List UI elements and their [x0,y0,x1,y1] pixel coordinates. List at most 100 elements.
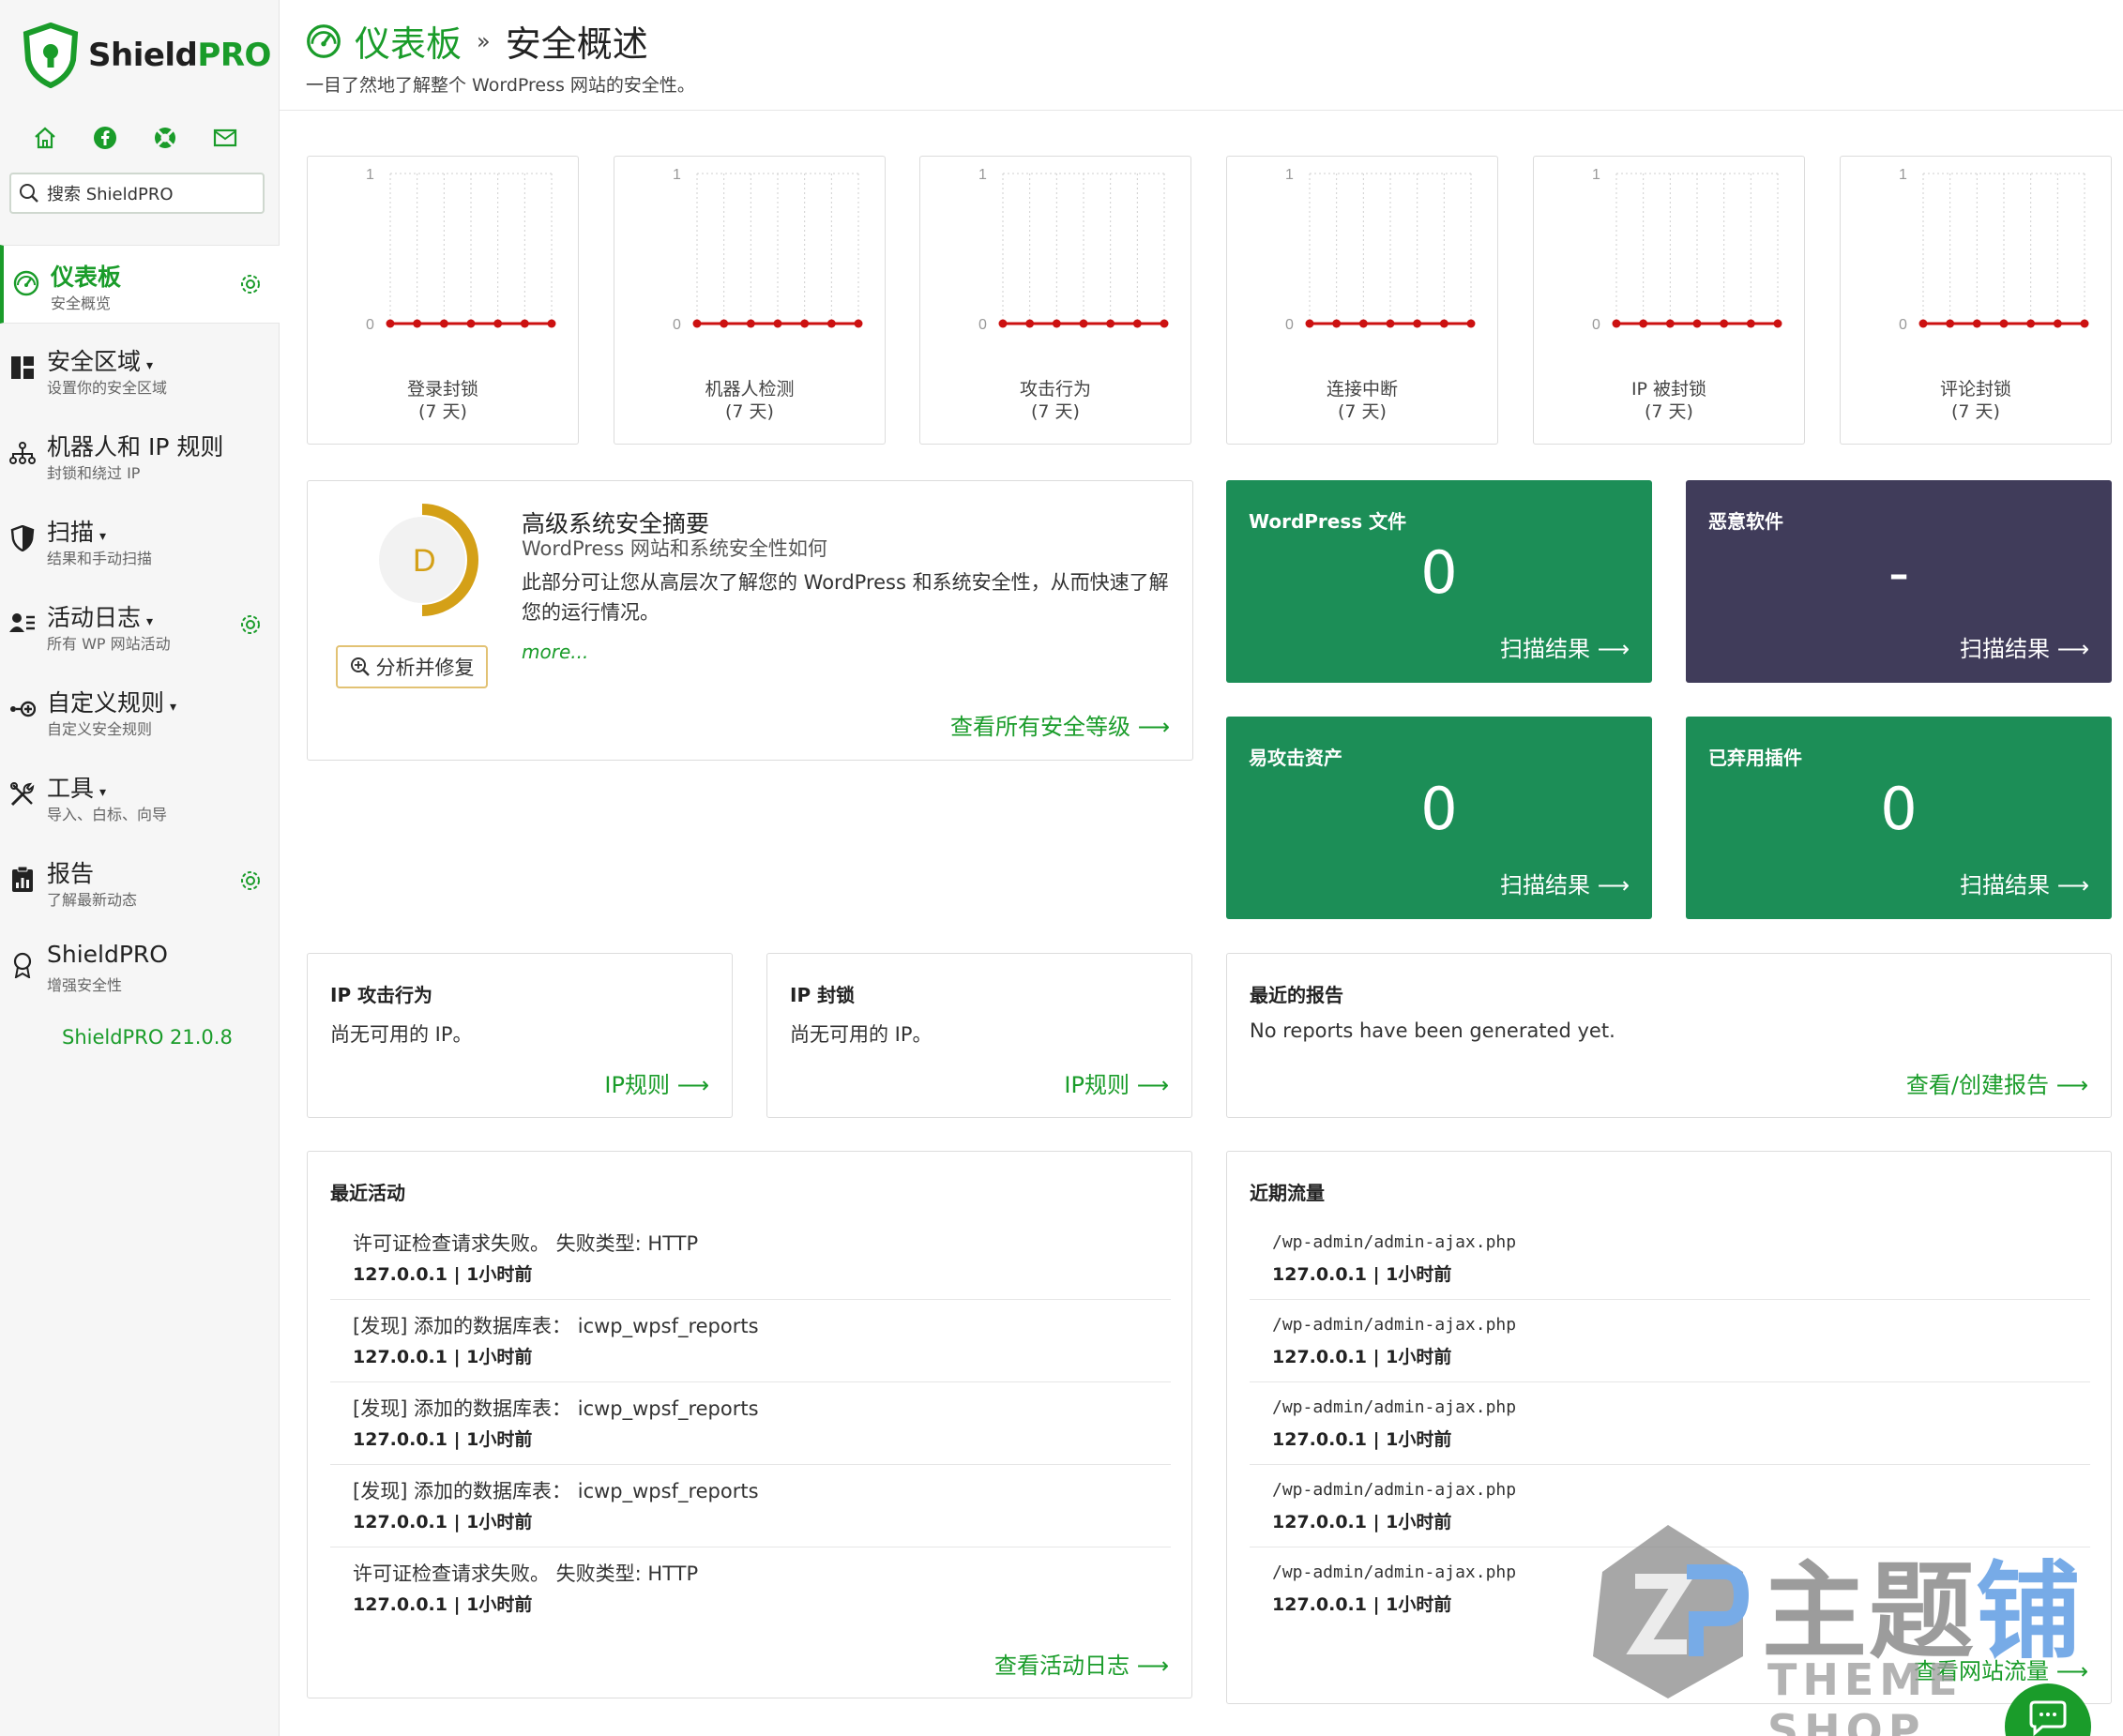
activity-row: [发现] 添加的数据库表： icwp_wpsf_reports 127.0.0.1… [330,1300,1171,1382]
support-icon[interactable] [152,125,178,151]
row-text: [发现] 添加的数据库表： icwp_wpsf_reports [353,1480,759,1502]
sidebar-item-sublabel: 所有 WP 网站活动 [47,635,171,653]
scan-results-link[interactable]: 扫描结果 ⟶ [1500,630,1630,663]
gear-icon[interactable] [238,612,263,637]
sidebar-item-activity-log[interactable]: 活动日志 ▾ 所有 WP 网站活动 [0,586,280,665]
row-text: 许可证检查请求失败。 失败类型: HTTP [353,1562,699,1585]
view-create-report-link[interactable]: 查看/创建报告 ⟶ [1906,1066,2088,1099]
ip-blocks-card: IP 封锁 尚无可用的 IP。 IP规则 ⟶ [766,953,1192,1118]
y-tick-label: 0 [1592,317,1600,333]
ip-rules-link[interactable]: IP规则 ⟶ [1064,1066,1169,1099]
sidebar-item-sublabel: 增强安全性 [47,976,123,994]
home-icon[interactable] [32,125,58,151]
breadcrumb-home[interactable]: 仪表板 [355,15,462,67]
recent-activity-card: 最近活动 许可证检查请求失败。 失败类型: HTTP 127.0.0.1 | 1小… [307,1151,1192,1698]
stat-period: (7 天) [1031,401,1080,422]
ip-rules-link[interactable]: IP规则 ⟶ [604,1066,709,1099]
logo[interactable]: ShieldPRO [23,23,271,88]
shield-logo-icon [23,23,79,88]
sidebar-search[interactable]: 搜索 ShieldPRO [9,173,265,214]
tile-abandoned-plugins[interactable]: 已弃用插件 0 扫描结果 ⟶ [1686,717,2112,919]
data-point [1639,319,1648,328]
row-meta: 127.0.0.1 | 1小时前 [1272,1347,1452,1367]
more-link[interactable]: more... [522,641,588,663]
data-point [386,319,395,328]
tile-value: - [1888,538,1910,607]
sidebar-item-label: 仪表板 [51,264,122,291]
tile-wordpress-files[interactable]: WordPress 文件 0 扫描结果 ⟶ [1226,480,1652,683]
sidebar-item-custom-rules[interactable]: 自定义规则 ▾ 自定义安全规则 [0,672,280,750]
data-point [439,319,448,328]
sidebar-item-label: 机器人和 IP 规则 [47,433,224,460]
data-point [1439,319,1448,328]
sidebar-item-shieldpro[interactable]: ShieldPRO 增强安全性 [0,928,280,1006]
card-title: 最近活动 [330,1182,405,1204]
view-all-grades-link[interactable]: 查看所有安全等级 ⟶ [950,708,1170,741]
view-activity-log-link[interactable]: 查看活动日志 ⟶ [994,1647,1169,1680]
data-point [413,319,422,328]
stat-label: 登录封锁 (7 天) [308,378,578,423]
sidebar-item-bots-ip[interactable]: 机器人和 IP 规则 封锁和绕过 IP [0,415,280,494]
data-point [1466,319,1476,328]
data-point [1106,319,1115,328]
stat-card: 0 1 登录封锁 (7 天) [307,156,579,445]
row-text: /wp-admin/admin-ajax.php [1272,1397,1517,1417]
data-point [466,319,476,328]
row-meta: 127.0.0.1 | 1小时前 [353,1512,533,1532]
analyze-fix-label: 分析并修复 [375,657,475,679]
tile-malware[interactable]: 恶意软件 - 扫描结果 ⟶ [1686,480,2112,683]
analyze-fix-button[interactable]: 分析并修复 [336,645,488,688]
y-tick-label: 1 [1592,167,1600,183]
data-point [692,319,702,328]
data-point [1746,319,1755,328]
stat-card: 0 1 IP 被封锁 (7 天) [1533,156,1805,445]
row-text: /wp-admin/admin-ajax.php [1272,1232,1517,1252]
rules-icon [9,696,36,722]
scan-results-link[interactable]: 扫描结果 ⟶ [1500,867,1630,899]
mail-icon[interactable] [212,125,238,151]
row-text: [发现] 添加的数据库表： icwp_wpsf_reports [353,1397,759,1420]
row-meta: 127.0.0.1 | 1小时前 [1272,1264,1452,1285]
sidebar-item-sublabel: 自定义安全规则 [47,720,153,738]
gear-icon[interactable] [238,868,263,893]
tile-title: 恶意软件 [1708,510,1783,533]
data-point [1079,319,1088,328]
row-meta: 127.0.0.1 | 1小时前 [1272,1512,1452,1532]
sidebar-item-scans[interactable]: 扫描 ▾ 结果和手动扫描 [0,501,280,580]
facebook-icon[interactable] [92,125,118,151]
tile-vulnerable-assets[interactable]: 易攻击资产 0 扫描结果 ⟶ [1226,717,1652,919]
scan-results-link[interactable]: 扫描结果 ⟶ [1960,630,2089,663]
sidebar-item-zones[interactable]: 安全区域 ▾ 设置你的安全区域 [0,330,280,409]
stat-label: 攻击行为 (7 天) [920,378,1190,423]
activity-row: 许可证检查请求失败。 失败类型: HTTP 127.0.0.1 | 1小时前 [330,1547,1171,1630]
card-title: 近期流量 [1250,1182,1325,1204]
row-meta: 127.0.0.1 | 1小时前 [353,1429,533,1450]
dashboard-icon [307,23,341,58]
data-point [1132,319,1142,328]
tile-value: 0 [1420,538,1458,607]
mini-chart: 01 [1592,167,1782,333]
chat-icon [2029,1700,2067,1736]
sidebar-item-sublabel: 设置你的安全区域 [47,379,168,397]
sidebar-item-dashboard[interactable]: 仪表板 安全概览 [0,245,280,324]
data-point [746,319,755,328]
stat-card: 0 1 连接中断 (7 天) [1226,156,1498,445]
summary-description: 此部分可让您从高层次了解您的 WordPress 和系统安全性，从而快速了解您的… [522,571,1169,624]
y-tick-label: 1 [673,167,681,183]
sidebar-item-tools[interactable]: 工具 ▾ 导入、白标、向导 [0,757,280,836]
sidebar-item-reports[interactable]: 报告 了解最新动态 [0,842,280,921]
breadcrumb: 仪表板 » 安全概述 [306,15,648,67]
gear-icon[interactable] [238,272,263,296]
data-point [1692,319,1702,328]
sidebar: ShieldPRO 搜索 ShieldPRO 仪表板 安全概览 安全区域 ▾ 设… [0,0,280,1736]
stat-card: 0 1 机器人检测 (7 天) [614,156,886,445]
data-point [773,319,782,328]
scan-results-link[interactable]: 扫描结果 ⟶ [1960,867,2089,899]
reports-icon [9,867,36,893]
y-tick-label: 1 [978,167,987,183]
stat-period: (7 天) [1645,401,1693,422]
shield-icon [9,525,36,551]
sidebar-item-sublabel: 安全概览 [51,294,112,312]
y-tick-label: 0 [673,317,681,333]
mini-chart: 01 [978,167,1169,333]
